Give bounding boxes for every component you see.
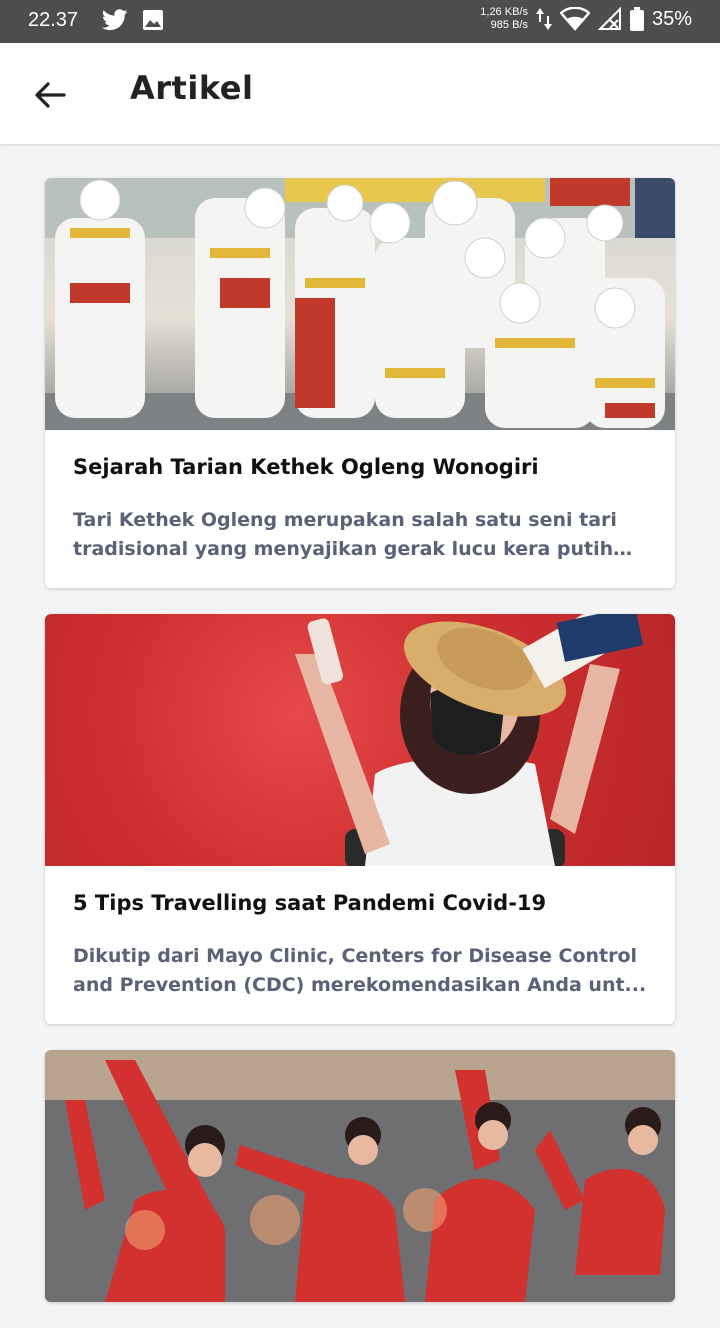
- arrow-back-icon: [35, 82, 66, 108]
- article-card[interactable]: 5 Tips Travelling saat Pandemi Covid-19 …: [45, 614, 675, 1024]
- network-speed: 1,26 KB/s 985 B/s: [480, 6, 528, 31]
- battery-level: 35%: [651, 7, 692, 30]
- app-bar: Artikel: [0, 43, 720, 145]
- battery-icon: [629, 7, 644, 31]
- twitter-icon: [102, 9, 128, 31]
- article-description: Tari Kethek Ogleng merupakan salah satu …: [73, 509, 617, 560]
- status-bar: 22.37 1,26 KB/s 985 B/s 35%: [0, 0, 720, 43]
- back-button[interactable]: [28, 73, 72, 117]
- article-image: [45, 614, 675, 866]
- article-card[interactable]: [45, 1050, 675, 1302]
- status-time: 22.37: [28, 9, 79, 31]
- article-card[interactable]: Sejarah Tarian Kethek Ogleng Wonogiri Ta…: [45, 178, 675, 588]
- article-image: [45, 178, 675, 430]
- article-image: [45, 1050, 675, 1302]
- page-title: Artikel: [130, 69, 254, 107]
- article-title: Sejarah Tarian Kethek Ogleng Wonogiri: [73, 455, 539, 479]
- wifi-icon: [559, 7, 590, 31]
- no-signal-icon: [597, 7, 621, 30]
- data-transfer-icon: [535, 8, 552, 30]
- image-icon: [143, 10, 163, 30]
- article-title: 5 Tips Travelling saat Pandemi Covid-19: [73, 891, 547, 915]
- article-description: Dikutip dari Mayo Clinic, Centers for Di…: [73, 945, 647, 996]
- article-list: Sejarah Tarian Kethek Ogleng Wonogiri Ta…: [45, 178, 675, 1328]
